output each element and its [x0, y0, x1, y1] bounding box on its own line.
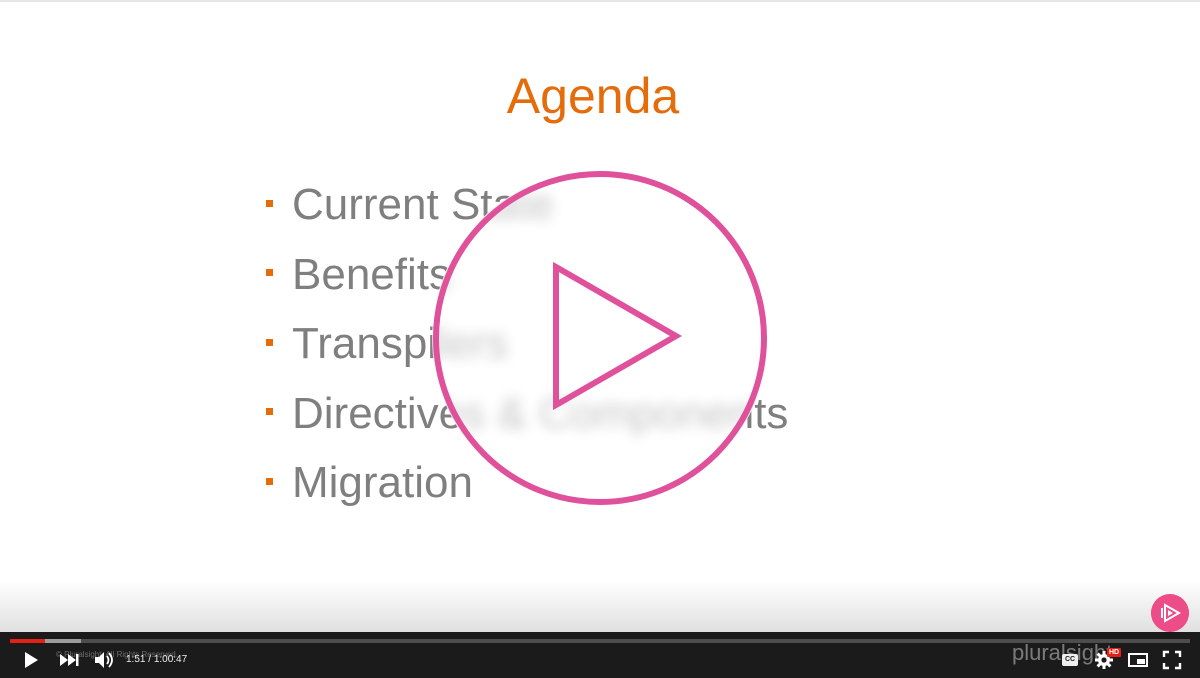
play-icon[interactable]: [20, 649, 42, 671]
hd-badge: HD: [1107, 648, 1122, 657]
time-display: 1:51 / 1:00:47: [126, 654, 187, 665]
cc-icon[interactable]: CC: [1062, 654, 1078, 666]
agenda-item-label: Benefits: [292, 249, 451, 299]
current-time: 1:51: [126, 654, 146, 665]
bullet-icon: [266, 408, 273, 416]
volume-icon[interactable]: [93, 649, 115, 671]
miniplayer-icon[interactable]: [1127, 649, 1149, 671]
bullet-icon: [266, 269, 273, 277]
bullet-icon: [266, 338, 273, 346]
bullet-icon: [266, 477, 273, 485]
duration: 1:00:47: [153, 654, 188, 665]
played-bar: [10, 639, 46, 643]
play-circle-icon[interactable]: [432, 170, 768, 506]
video-player[interactable]: Agenda Current State Benefits Transpiler…: [0, 0, 1200, 678]
control-bar: © Pluralsight. All Rights Reserved. 1:51…: [0, 632, 1200, 678]
slide-title: Agenda: [506, 68, 680, 124]
video-frame[interactable]: Agenda Current State Benefits Transpiler…: [0, 0, 1200, 632]
controls-gradient: [0, 580, 1200, 632]
pluralsight-logo-icon[interactable]: [1151, 594, 1189, 632]
time-separator: /: [145, 654, 154, 665]
bullet-icon: [266, 199, 273, 207]
fullscreen-icon[interactable]: [1161, 649, 1183, 671]
